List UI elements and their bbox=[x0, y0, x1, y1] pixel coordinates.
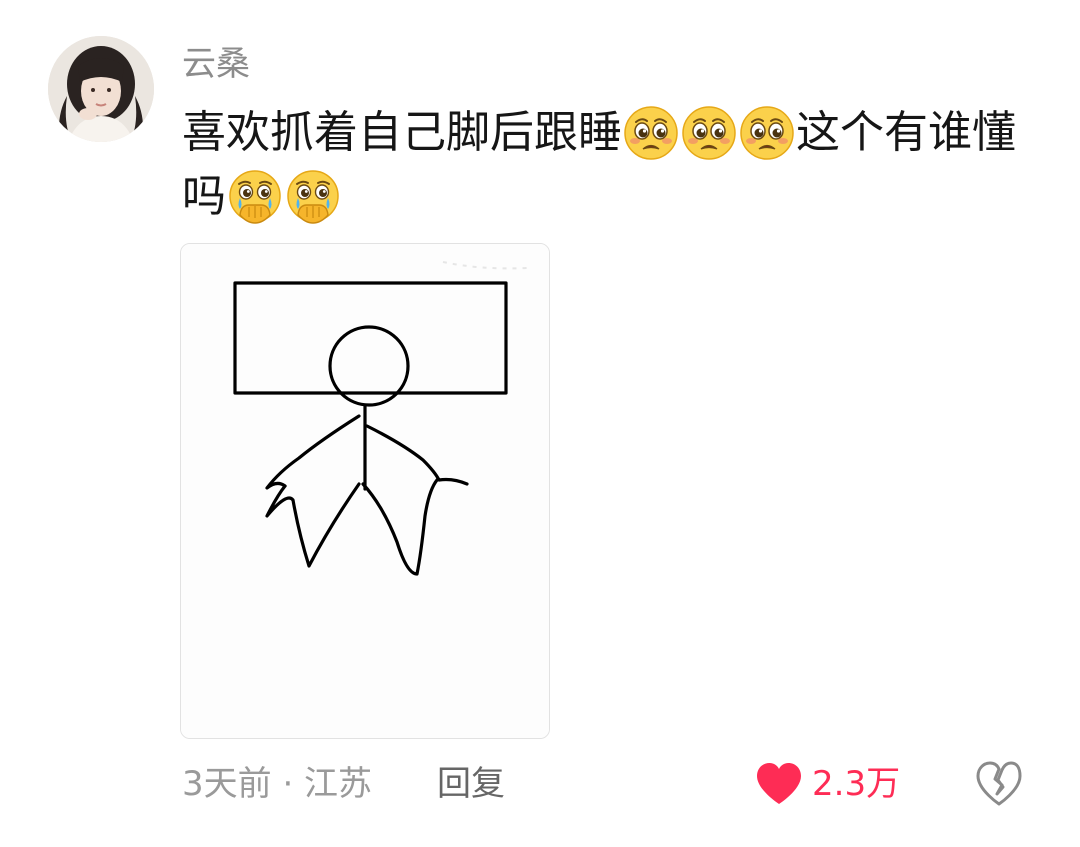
pleading-face-icon bbox=[681, 105, 737, 161]
pleading-face-icon bbox=[739, 105, 795, 161]
like-count: 2.3万 bbox=[812, 764, 901, 804]
username[interactable]: 云桑 bbox=[182, 42, 250, 86]
like-button[interactable]: 2.3万 bbox=[754, 762, 900, 806]
stick-figure-drawing bbox=[181, 244, 549, 738]
crying-hand-over-mouth-icon bbox=[285, 169, 341, 225]
comment-meta: 3天前 · 江苏 bbox=[182, 764, 373, 804]
crying-hand-over-mouth-icon bbox=[227, 169, 283, 225]
comment-image[interactable] bbox=[180, 243, 550, 739]
avatar[interactable] bbox=[48, 36, 154, 142]
heart-icon bbox=[757, 763, 801, 804]
comment-text: 喜欢抓着自己脚后跟睡 这个有谁懂吗 bbox=[182, 100, 1042, 228]
pleading-face-icon bbox=[623, 105, 679, 161]
broken-heart-icon bbox=[976, 761, 1022, 806]
comment-text-part: 喜欢抓着自己脚后跟睡 bbox=[182, 107, 622, 158]
avatar-photo bbox=[48, 36, 154, 142]
reply-button[interactable]: 回复 bbox=[437, 762, 505, 806]
dislike-button[interactable] bbox=[974, 760, 1024, 808]
